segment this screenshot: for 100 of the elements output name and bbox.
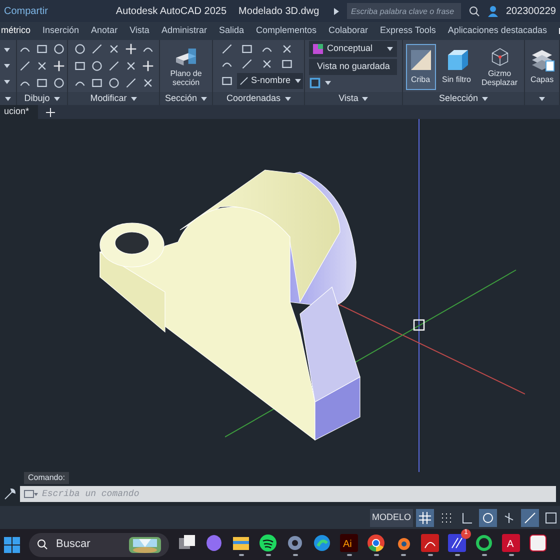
tool-icon[interactable] [74,43,86,55]
tool-icon[interactable] [36,43,48,55]
status-icon [482,512,494,524]
caret-icon[interactable] [4,48,10,52]
tool-icon[interactable] [125,43,137,55]
tool-icon[interactable] [142,60,154,72]
app-icon[interactable] [367,534,385,552]
ribbon-tab[interactable]: Salida [218,22,244,40]
tool-icon[interactable] [108,77,120,89]
ribbon-tab[interactable]: métrico [1,22,31,40]
named-view-dropdown[interactable]: Vista no guardada [309,59,397,75]
taskbar-search[interactable]: Buscar [29,532,169,556]
tool-icon[interactable] [91,77,103,89]
tool-icon[interactable] [125,77,137,89]
add-tab-icon[interactable] [46,108,55,116]
file-name: Modelado 3D.dwg [238,4,320,18]
tool-icon[interactable] [53,60,65,72]
tool-icon[interactable] [108,60,120,72]
file-tab[interactable]: ucion* [0,105,38,119]
ribbon-tab[interactable]: Inserción [42,22,80,40]
ribbon-tab[interactable]: Anotar [91,22,118,40]
tool-icon[interactable] [36,77,48,89]
app-icon[interactable] [529,534,547,552]
command-label: Comando: [24,472,69,484]
ucs-dropdown[interactable]: S-nombre [237,73,303,89]
window-title: Autodesk AutoCAD 2025 [116,4,227,18]
ucs-icon[interactable] [261,58,273,70]
tool-icon[interactable] [142,77,154,89]
status-icon [461,512,473,524]
ribbon-button[interactable]: Plano de sección [162,44,210,90]
status-icon [419,512,431,524]
app-icon[interactable] [475,534,493,552]
tool-icon[interactable] [53,43,65,55]
caret-icon[interactable] [54,96,60,100]
search-icon[interactable] [468,6,480,16]
status-icon [440,512,452,524]
ribbon-tab[interactable]: Administrar [161,22,207,40]
tool-icon[interactable] [36,60,48,72]
caret-icon[interactable] [334,8,339,14]
model-tab[interactable]: MODELO [370,508,413,526]
ribbon-tab[interactable]: Aplicaciones destacadas [448,22,547,40]
tool-icon[interactable] [19,60,31,72]
status-toggle[interactable] [479,508,497,526]
ribbon-button[interactable]: Gizmo Desplazar [478,44,522,90]
windows-icon[interactable] [4,536,20,552]
caret-icon[interactable] [482,96,488,100]
app-icon[interactable]: A [502,534,520,552]
app-icon[interactable]: Ai [340,534,358,552]
caret-icon[interactable] [4,80,10,84]
caret-icon[interactable] [325,81,331,85]
status-icon [545,512,557,524]
ribbon-tab[interactable]: Vista [130,22,150,40]
viewport-icon[interactable] [309,77,321,89]
ribbon-button[interactable]: Capas [527,44,557,90]
ucs-icon[interactable] [221,75,233,87]
visual-style-dropdown[interactable]: Conceptual [309,41,397,57]
ribbon-button[interactable]: Sin filtro [436,44,476,90]
tool-icon[interactable] [125,60,137,72]
ucs-icon[interactable] [239,76,249,86]
app-icon[interactable] [313,534,331,552]
caret-icon[interactable] [362,96,368,100]
ribbon-button[interactable]: Criba [406,44,436,90]
tool-icon[interactable] [108,43,120,55]
ribbon-tab[interactable]: Express Tools [380,22,436,40]
caret-icon[interactable] [295,79,301,83]
ribbon-tab[interactable]: Complementos [256,22,317,40]
search-icon [37,539,48,550]
user-icon[interactable] [488,6,498,16]
user-name[interactable]: 202300229 [506,4,556,18]
app-icon[interactable] [421,534,439,552]
caret-icon[interactable] [5,96,11,100]
ucs-icon[interactable] [281,43,293,55]
app-icon[interactable] [178,534,196,552]
ribbon-tab[interactable]: Colaborar [328,22,368,40]
caret-icon[interactable] [201,96,208,100]
status-toggle[interactable] [416,508,434,526]
tool-icon[interactable] [53,77,65,89]
status-icon [524,512,536,524]
caret-icon[interactable] [387,47,393,51]
status-icon [503,512,515,524]
caret-icon[interactable] [539,96,545,100]
caret-icon[interactable] [130,96,137,100]
search-field[interactable]: Escriba palabra clave o frase [346,3,461,19]
command-field[interactable]: Escriba un comando [42,486,556,502]
history-icon[interactable] [24,490,38,498]
ucs-icon[interactable] [281,58,293,70]
ucs-icon[interactable] [221,43,233,55]
ucs-icon[interactable] [241,58,253,70]
app-icon[interactable] [448,534,466,552]
status-toggle[interactable] [521,508,539,526]
tool-icon[interactable] [91,43,103,55]
wrench-icon[interactable] [4,488,16,500]
app-icon[interactable] [259,534,277,552]
caret-icon[interactable] [284,96,291,100]
tool-icon[interactable] [91,60,103,72]
share-link[interactable]: Compartir [4,4,48,18]
ucs-icon[interactable] [241,43,253,55]
palette-icon [313,44,323,54]
caret-icon[interactable] [4,64,10,68]
tool-icon[interactable] [74,60,86,72]
